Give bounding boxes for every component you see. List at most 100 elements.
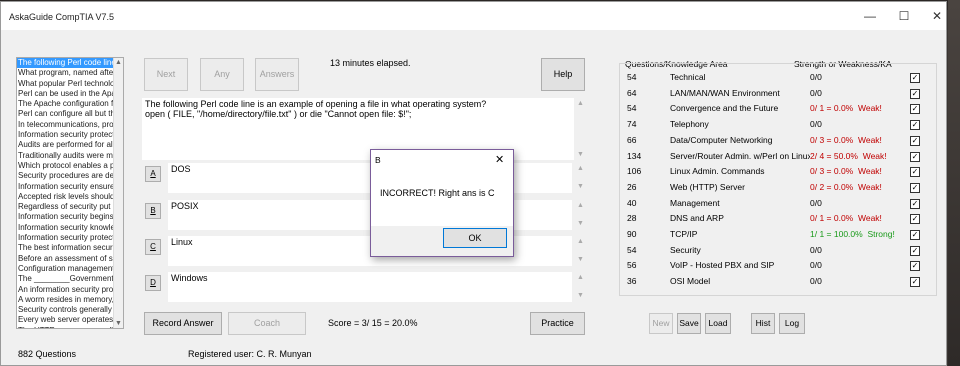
answer-a-button[interactable]: A [145, 166, 161, 182]
question-count-cell: 54 [627, 72, 637, 82]
question-list-item[interactable]: Regardless of security put in [17, 202, 115, 212]
answer-d-text[interactable]: Windows [168, 272, 572, 302]
question-list-item[interactable]: Security controls generally fit [17, 305, 115, 315]
question-list-item[interactable]: Information security protects [17, 233, 115, 243]
answer-scroll-up-icon[interactable]: ▲ [576, 238, 585, 245]
knowledge-area-checkbox[interactable]: ✓ [910, 73, 920, 83]
strength-tag: Weak! [857, 213, 882, 224]
knowledge-area-name: Security [670, 244, 701, 255]
result-dialog: B ✕ INCORRECT! Right ans is C OK [370, 149, 514, 257]
answer-scroll-down-icon[interactable]: ▼ [576, 292, 585, 299]
question-list-item[interactable]: Configuration management [17, 264, 115, 274]
question-list-item[interactable]: Perl can be used in the Apache [17, 89, 115, 99]
knowledge-area-name: Convergence and the Future [670, 103, 779, 114]
knowledge-area-checkbox[interactable]: ✓ [910, 135, 920, 146]
strength-cell: 0/ 3 = 0.0% Weak! [810, 135, 882, 145]
knowledge-area-checkbox[interactable]: ✓ [910, 261, 920, 272]
knowledge-area-checkbox[interactable]: ✓ [910, 198, 920, 209]
answers-button[interactable]: Answers [255, 58, 299, 91]
next-button[interactable]: Next [144, 58, 188, 91]
question-list-item[interactable]: The ________Government A [17, 274, 115, 284]
help-button[interactable]: Help [541, 58, 585, 91]
close-icon[interactable]: ✕ [927, 8, 947, 24]
scroll-up-icon[interactable]: ▲ [115, 59, 122, 66]
window-title: AskaGuide CompTIA V7.5 [9, 12, 115, 22]
question-count-cell: 134 [627, 150, 642, 161]
question-list-item[interactable]: Security procedures are developed [17, 171, 115, 181]
strength-tag: Weak! [857, 181, 882, 192]
scroll-down-icon[interactable]: ▼ [115, 320, 122, 327]
answer-scroll-down-icon[interactable]: ▼ [576, 220, 585, 227]
question-list-item[interactable]: Information security begins [17, 212, 115, 222]
strength-cell: 0/0 [810, 119, 827, 129]
question-list-item[interactable]: An information security program [17, 285, 115, 295]
knowledge-row: 66 Data/Computer Networking 0/ 3 = 0.0% We… [627, 135, 927, 150]
answer-scroll-up-icon[interactable]: ▲ [576, 165, 585, 172]
hist-button[interactable]: Hist [751, 313, 775, 334]
answer-d-button[interactable]: D [145, 275, 161, 291]
question-list-scrollbar[interactable]: ▲ ▼ [113, 58, 123, 328]
knowledge-area-checkbox[interactable]: ✓ [910, 245, 920, 256]
strength-cell: 0/0 [810, 276, 827, 286]
question-list-item[interactable]: The HTTP response usually [17, 326, 115, 328]
question-list-item[interactable]: The best information security [17, 243, 115, 253]
knowledge-area-checkbox[interactable]: ✓ [910, 230, 920, 240]
strength-score: 0/ 2 = 0.0% [810, 181, 854, 192]
question-list-item[interactable]: Information security protects [17, 130, 115, 140]
answer-scroll-down-icon[interactable]: ▼ [576, 256, 585, 263]
coach-button[interactable]: Coach [228, 312, 306, 335]
strength-score: 0/0 [810, 244, 822, 255]
knowledge-area-checkbox[interactable]: ✓ [910, 277, 920, 288]
knowledge-area-checkbox[interactable]: ✓ [910, 120, 920, 131]
any-button[interactable]: Any [200, 58, 244, 91]
strength-cell: 0/0 [810, 245, 827, 255]
load-button[interactable]: Load [705, 313, 731, 334]
minimize-icon[interactable]: — [860, 8, 880, 24]
log-button[interactable]: Log [779, 313, 805, 334]
knowledge-area-name: Server/Router Admin. w/Perl on Linux [670, 150, 810, 161]
knowledge-area-checkbox[interactable]: ✓ [910, 167, 920, 178]
question-list-item[interactable]: The Apache configuration file [17, 99, 115, 109]
answer-scroll-up-icon[interactable]: ▲ [576, 202, 585, 209]
question-list-item[interactable]: Before an assessment of security [17, 254, 115, 264]
knowledge-area-checkbox[interactable]: ✓ [910, 88, 920, 99]
question-list-item[interactable]: In telecommunications, provider [17, 120, 115, 130]
strength-tag: Weak! [862, 150, 887, 161]
practice-button[interactable]: Practice [530, 312, 585, 335]
dialog-title: B [375, 155, 381, 165]
question-list-item[interactable]: Information security ensures [17, 182, 115, 192]
dialog-close-icon[interactable]: ✕ [495, 153, 504, 166]
question-list-item[interactable]: The following Perl code line [17, 58, 115, 69]
dialog-body: INCORRECT! Right ans is C [371, 170, 513, 226]
question-list-item[interactable]: Every web server operates I [17, 315, 115, 325]
dialog-ok-button[interactable]: OK [443, 228, 507, 248]
answer-scroll-up-icon[interactable]: ▲ [576, 274, 585, 281]
answer-c-button[interactable]: C [145, 239, 161, 255]
question-list-item[interactable]: A worm resides in memory, n [17, 295, 115, 305]
question-scroll-up-icon[interactable]: ▲ [576, 100, 585, 107]
record-answer-button[interactable]: Record Answer [144, 312, 222, 335]
question-list-item[interactable]: Which protocol enables a pc [17, 161, 115, 171]
question-list-item[interactable]: What popular Perl technology [17, 79, 115, 89]
knowledge-row: 56 VoIP - Hosted PBX and SIP 0/0 ✓ [627, 260, 927, 275]
answer-b-button[interactable]: B [145, 203, 161, 219]
knowledge-area-checkbox[interactable]: ✓ [910, 104, 920, 115]
question-list-item[interactable]: Accepted risk levels should be [17, 192, 115, 202]
knowledge-area-checkbox[interactable]: ✓ [910, 214, 920, 225]
knowledge-row: 36 OSI Model 0/0 ✓ [627, 276, 927, 291]
knowledge-area-checkbox[interactable]: ✓ [910, 151, 920, 162]
save-button[interactable]: Save [677, 313, 701, 334]
question-list-item[interactable]: What program, named after [17, 68, 115, 78]
maximize-icon[interactable]: ☐ [894, 8, 914, 24]
question-list-item[interactable]: Traditionally audits were made [17, 151, 115, 161]
title-bar: AskaGuide CompTIA V7.5 — ☐ ✕ [1, 2, 946, 30]
new-button[interactable]: New [649, 313, 673, 334]
question-list-item[interactable]: Perl can configure all but the [17, 109, 115, 119]
question-scroll-down-icon[interactable]: ▼ [576, 151, 585, 158]
question-list-item[interactable]: Information security knowledge [17, 223, 115, 233]
knowledge-row: 54 Security 0/0 ✓ [627, 245, 927, 260]
question-list[interactable]: The following Perl code line What program… [16, 57, 124, 329]
question-list-item[interactable]: Audits are performed for all but [17, 140, 115, 150]
answer-scroll-down-icon[interactable]: ▼ [576, 183, 585, 190]
knowledge-area-checkbox[interactable]: ✓ [910, 182, 920, 193]
